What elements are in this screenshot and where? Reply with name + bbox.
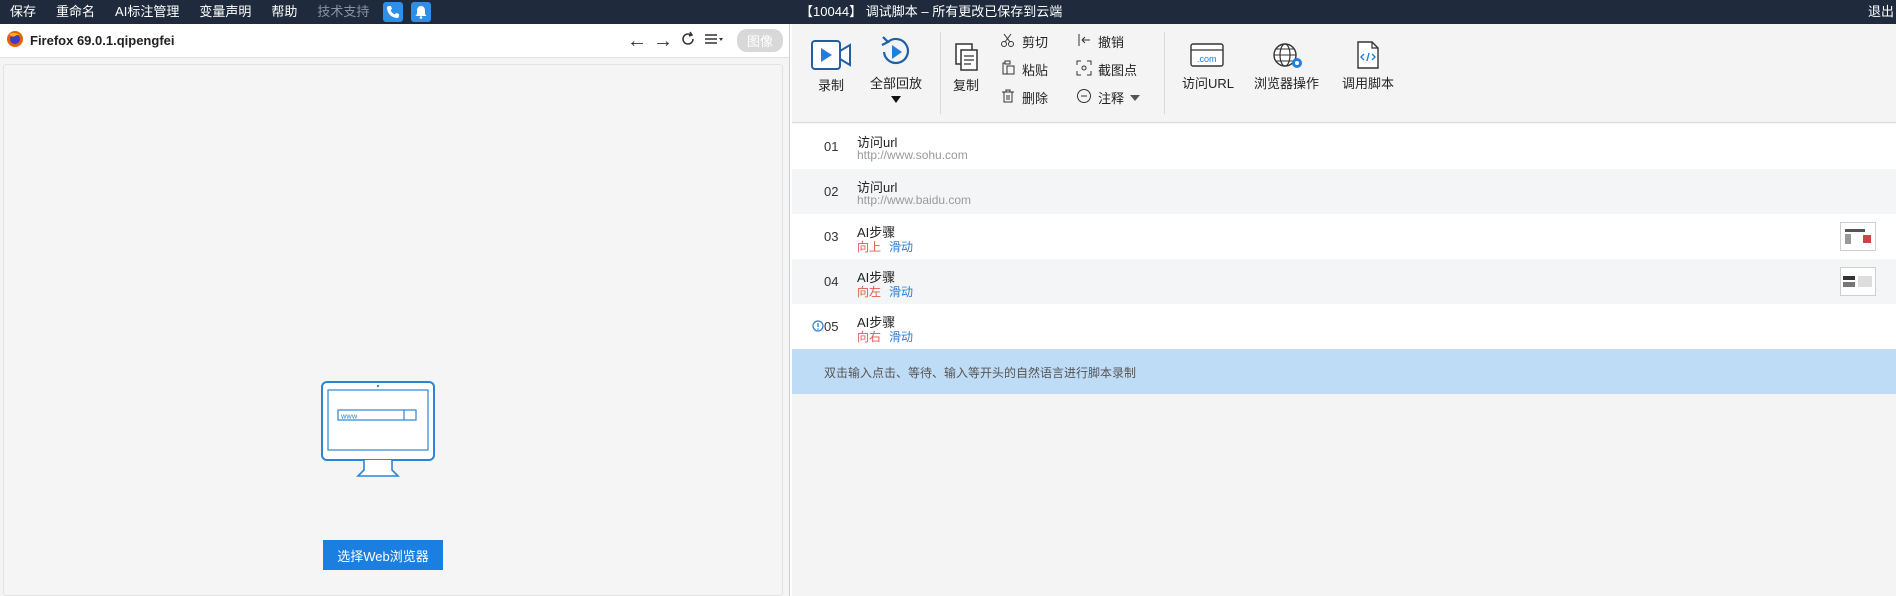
image-toggle[interactable]: 图像 bbox=[736, 29, 783, 52]
call-script-button[interactable]: 调用脚本 bbox=[1342, 40, 1394, 92]
nl-input-hint: 双击输入点击、等待、输入等开头的自然语言进行脚本录制 bbox=[824, 366, 1137, 380]
copy-icon bbox=[952, 42, 980, 75]
step-number: 05 bbox=[824, 319, 839, 334]
menu-list-icon[interactable] bbox=[703, 31, 725, 50]
capture-icon bbox=[1076, 60, 1092, 79]
choose-browser-button[interactable]: 选择Web浏览器 bbox=[323, 540, 443, 570]
trash-icon bbox=[1000, 88, 1016, 107]
minus-circle-icon bbox=[1076, 88, 1092, 107]
step-thumbnail[interactable] bbox=[1840, 222, 1876, 251]
browser-title: Firefox 69.0.1.qipengfei bbox=[30, 33, 175, 48]
delete-button[interactable]: 删除 bbox=[1000, 88, 1048, 107]
back-arrow-icon[interactable]: ← bbox=[627, 31, 647, 51]
cut-button[interactable]: 剪切 bbox=[1000, 32, 1048, 51]
undo-icon bbox=[1076, 32, 1092, 51]
step-direction: 向右 bbox=[857, 330, 882, 344]
url-placeholder: www bbox=[340, 412, 358, 421]
step-thumbnail[interactable] bbox=[1840, 267, 1876, 296]
step-row[interactable]: 03 AI步骤 向上 滑动 bbox=[792, 214, 1896, 259]
paste-icon bbox=[1000, 60, 1016, 79]
code-file-icon bbox=[1354, 40, 1382, 73]
step-row[interactable]: 02 访问url http://www.baidu.com bbox=[792, 169, 1896, 214]
menu-bar: 保存 重命名 AI标注管理 变量声明 帮助 技术支持 【10044】 调试脚本 … bbox=[0, 0, 1896, 24]
browser-canvas bbox=[3, 64, 783, 596]
comment-button[interactable]: 注释 bbox=[1076, 88, 1141, 107]
step-action: 滑动 bbox=[889, 240, 914, 254]
step-row[interactable]: 05 AI步骤 向右 滑动 bbox=[792, 304, 1896, 349]
step-url: http://www.sohu.com bbox=[857, 148, 968, 162]
visit-url-button[interactable]: .com 访问URL bbox=[1182, 42, 1234, 92]
step-number: 02 bbox=[824, 184, 839, 199]
step-detail: 向左 滑动 bbox=[857, 283, 913, 300]
replay-all-label: 全部回放 bbox=[870, 76, 923, 91]
menu-help[interactable]: 帮助 bbox=[261, 0, 307, 24]
capture-point-button[interactable]: 截图点 bbox=[1076, 60, 1137, 79]
exit-button[interactable]: 退出 bbox=[1868, 0, 1894, 24]
record-icon bbox=[810, 38, 852, 75]
record-label: 录制 bbox=[817, 78, 844, 93]
menu-variables[interactable]: 变量声明 bbox=[189, 0, 261, 24]
phone-icon[interactable] bbox=[383, 2, 404, 22]
copy-button[interactable]: 复制 bbox=[952, 42, 980, 94]
step-number: 04 bbox=[824, 274, 839, 289]
step-action: 滑动 bbox=[889, 330, 914, 344]
step-number: 01 bbox=[824, 139, 839, 154]
caret-down-icon[interactable] bbox=[890, 92, 902, 107]
browser-ops-button[interactable]: 浏览器操作 bbox=[1254, 42, 1319, 92]
caret-down-icon[interactable] bbox=[1130, 90, 1141, 105]
step-direction: 向上 bbox=[857, 240, 882, 254]
step-action: 滑动 bbox=[889, 285, 914, 299]
step-detail: 向上 滑动 bbox=[857, 238, 913, 255]
undo-button[interactable]: 撤销 bbox=[1076, 32, 1124, 51]
step-url: http://www.baidu.com bbox=[857, 193, 972, 207]
monitor-illustration-icon: www bbox=[320, 380, 438, 483]
replay-all-button[interactable]: 全部回放 bbox=[870, 34, 922, 107]
replay-icon bbox=[877, 34, 915, 73]
step-number: 03 bbox=[824, 229, 839, 244]
visit-url-label: 访问URL bbox=[1182, 76, 1235, 91]
toolbar: 录制 全部回放 复制 剪切 粘贴 删除 撤销 截图点 注释 .com 访问URL… bbox=[792, 24, 1896, 123]
browser-pane: Firefox 69.0.1.qipengfei ← → 图像 www 选择We… bbox=[0, 24, 790, 596]
script-editor: 录制 全部回放 复制 剪切 粘贴 删除 撤销 截图点 注释 .com 访问URL… bbox=[792, 24, 1896, 596]
menu-rename[interactable]: 重命名 bbox=[46, 0, 105, 24]
info-circle-icon[interactable] bbox=[812, 320, 824, 335]
menu-ai-annotation[interactable]: AI标注管理 bbox=[105, 0, 189, 24]
com-window-icon: .com bbox=[1189, 42, 1227, 73]
menu-tech-support: 技术支持 bbox=[317, 4, 370, 19]
menu-save[interactable]: 保存 bbox=[0, 0, 46, 24]
com-badge: .com bbox=[1197, 54, 1217, 64]
browser-bar: Firefox 69.0.1.qipengfei ← → 图像 bbox=[0, 24, 789, 58]
forward-arrow-icon[interactable]: → bbox=[653, 31, 673, 51]
step-detail: 向右 滑动 bbox=[857, 328, 913, 345]
window-title: 【10044】 调试脚本 – 所有更改已保存到云端 bbox=[800, 4, 1063, 19]
step-row[interactable]: 01 访问url http://www.sohu.com bbox=[792, 124, 1896, 169]
copy-label: 复制 bbox=[952, 78, 979, 93]
record-button[interactable]: 录制 bbox=[810, 38, 852, 94]
globe-gear-icon bbox=[1268, 42, 1306, 73]
step-list: 01 访问url http://www.sohu.com 02 访问url ht… bbox=[792, 124, 1896, 394]
bell-icon[interactable] bbox=[411, 2, 432, 22]
call-script-label: 调用脚本 bbox=[1342, 76, 1395, 91]
nl-input-hint-row[interactable]: 双击输入点击、等待、输入等开头的自然语言进行脚本录制 bbox=[792, 349, 1896, 394]
scissors-icon bbox=[1000, 32, 1016, 51]
refresh-icon[interactable] bbox=[679, 30, 697, 51]
browser-ops-label: 浏览器操作 bbox=[1254, 76, 1320, 91]
firefox-icon bbox=[6, 30, 24, 51]
paste-button[interactable]: 粘贴 bbox=[1000, 60, 1048, 79]
step-row[interactable]: 04 AI步骤 向左 滑动 bbox=[792, 259, 1896, 304]
step-direction: 向左 bbox=[857, 285, 882, 299]
